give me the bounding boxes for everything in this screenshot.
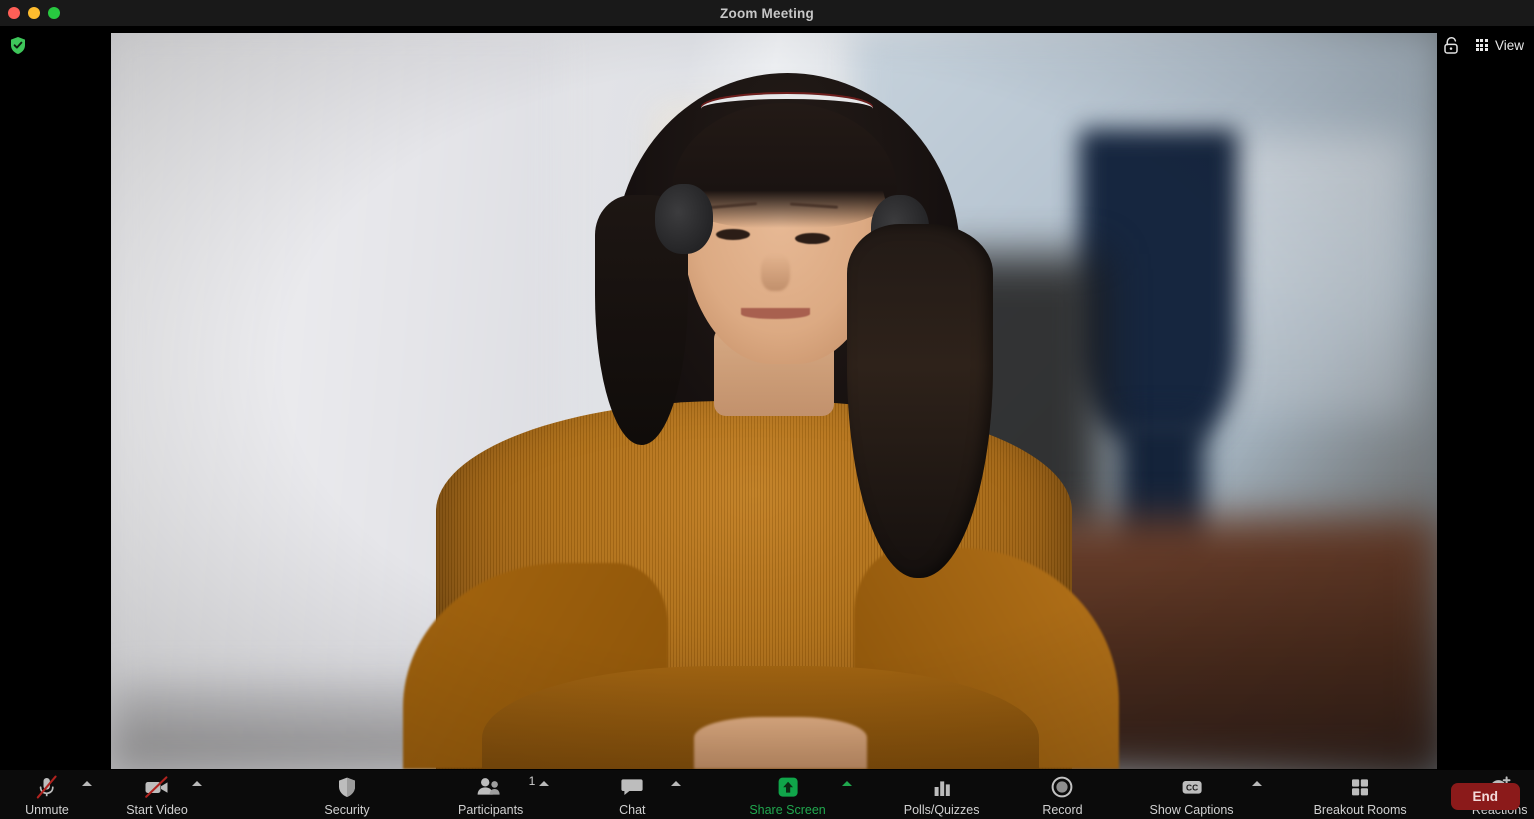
eye-left <box>715 228 751 240</box>
toolbar-label-breakout: Breakout Rooms <box>1313 803 1407 817</box>
unlock-icon[interactable] <box>1440 33 1462 57</box>
video-stage: View <box>0 26 1534 770</box>
bar-chart-icon <box>930 775 954 799</box>
mouth <box>740 308 810 319</box>
participant-video-tile[interactable] <box>111 33 1437 769</box>
toolbar-button-chat[interactable]: Chat <box>601 770 682 817</box>
toolbar-button-record[interactable]: Record <box>1031 770 1093 817</box>
toolbar-label-participants: Participants <box>458 803 524 817</box>
captions-options-caret[interactable] <box>1251 781 1262 786</box>
toolbar-button-share-screen[interactable]: Share Screen <box>749 770 852 817</box>
svg-text:CC: CC <box>1186 783 1198 793</box>
end-meeting-button[interactable]: End <box>1450 783 1520 810</box>
chat-bubble-icon <box>620 775 644 799</box>
view-label: View <box>1494 37 1524 53</box>
title-bar: Zoom Meeting <box>0 0 1534 26</box>
video-options-caret[interactable] <box>192 781 202 786</box>
meeting-toolbar: Unmute Start Video Security 1 Participan… <box>0 770 1534 819</box>
audio-options-caret[interactable] <box>82 781 92 786</box>
participants-count: 1 <box>528 774 536 788</box>
toolbar-button-captions[interactable]: CC Show Captions <box>1149 770 1262 817</box>
grid-view-icon <box>1475 39 1488 51</box>
toolbar-label-audio: Unmute <box>25 803 69 817</box>
toolbar-button-polls[interactable]: Polls/Quizzes <box>903 770 980 817</box>
toolbar-button-video[interactable]: Start Video <box>126 770 202 817</box>
window-title: Zoom Meeting <box>720 5 814 21</box>
view-layout-button[interactable]: View <box>1475 37 1524 53</box>
grid-squares-icon <box>1348 775 1372 799</box>
share-options-caret[interactable] <box>841 781 852 786</box>
chat-options-caret[interactable] <box>671 781 682 786</box>
toolbar-label-video: Start Video <box>126 803 188 817</box>
closed-caption-icon: CC <box>1178 775 1206 799</box>
toolbar-button-audio[interactable]: Unmute <box>16 770 92 817</box>
toolbar-label-security: Security <box>324 803 370 817</box>
toolbar-button-breakout[interactable]: Breakout Rooms <box>1314 770 1407 817</box>
toolbar-label-captions: Show Captions <box>1149 803 1234 817</box>
shield-check-icon[interactable] <box>9 36 27 55</box>
headset-band <box>701 94 874 123</box>
stage-top-right-controls: View <box>1440 33 1524 57</box>
zoom-meeting-window: Zoom Meeting View Unmute Start Video Sec… <box>0 0 1534 819</box>
share-arrow-up-icon <box>775 775 801 799</box>
headset-earcup-left <box>654 183 713 254</box>
nose <box>760 253 790 291</box>
toolbar-label-polls: Polls/Quizzes <box>903 803 980 817</box>
toolbar-label-chat: Chat <box>619 803 646 817</box>
camera-off-icon <box>142 775 172 799</box>
hands <box>694 717 867 769</box>
participants-options-caret[interactable] <box>539 781 550 786</box>
toolbar-label-share-screen: Share Screen <box>749 803 826 817</box>
toolbar-button-participants[interactable]: 1 Participants <box>458 770 550 817</box>
participant-figure <box>111 33 1437 769</box>
video-canvas <box>111 33 1437 769</box>
shield-icon <box>337 775 357 799</box>
people-icon <box>476 775 506 799</box>
toolbar-label-record: Record <box>1042 803 1083 817</box>
toolbar-button-security[interactable]: Security <box>316 770 378 817</box>
microphone-muted-icon <box>34 775 60 799</box>
record-circle-icon <box>1050 775 1074 799</box>
